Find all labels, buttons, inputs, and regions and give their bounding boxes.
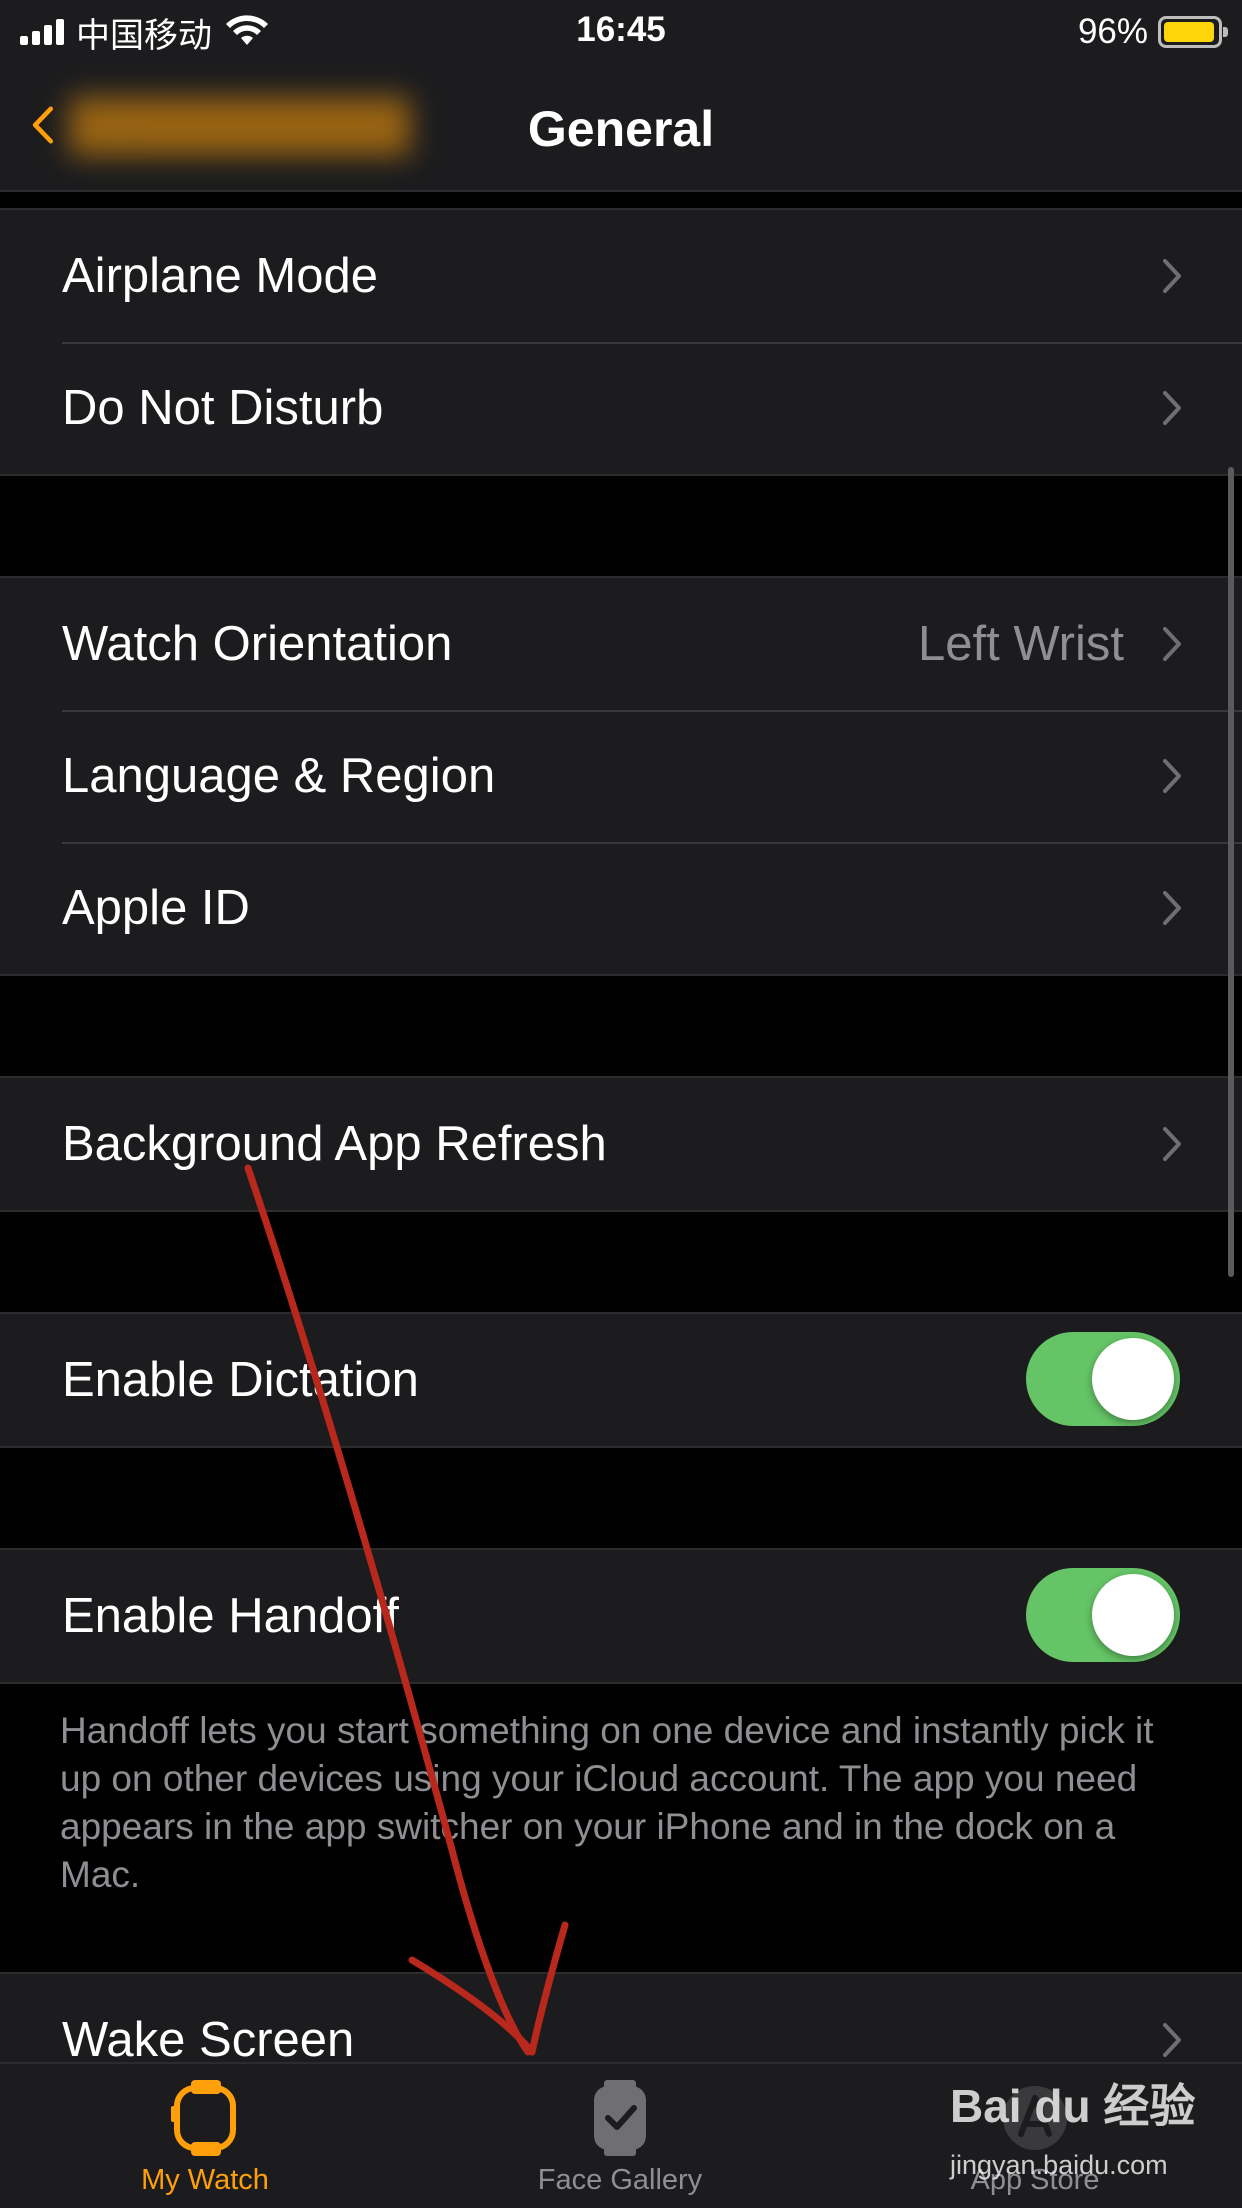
- watermark-url: jingyan.baidu.com: [950, 2150, 1168, 2180]
- row-label: Enable Handoff: [62, 1589, 399, 1643]
- status-time: 16:45: [576, 10, 666, 49]
- chevron-right-icon: [1163, 627, 1181, 661]
- watermark-brand: Bai du 经验: [950, 2080, 1196, 2132]
- toggle-knob: [1092, 1574, 1174, 1656]
- settings-list[interactable]: Airplane Mode Do Not Disturb Watch Orien…: [0, 192, 1242, 2062]
- settings-group-device: Watch Orientation Left Wrist Language & …: [0, 576, 1242, 976]
- watch-face-gallery-icon: [594, 2080, 646, 2156]
- handoff-toggle[interactable]: [1026, 1568, 1180, 1662]
- row-enable-dictation: Enable Dictation: [0, 1314, 1242, 1446]
- row-value: Left Wrist: [917, 617, 1124, 671]
- battery-icon: [1158, 16, 1228, 48]
- settings-group-connectivity: Airplane Mode Do Not Disturb: [0, 208, 1242, 476]
- row-watch-orientation[interactable]: Watch Orientation Left Wrist: [0, 578, 1242, 710]
- row-wake-screen[interactable]: Wake Screen: [0, 1974, 1242, 2062]
- row-label: Apple ID: [62, 881, 250, 935]
- row-background-app-refresh[interactable]: Background App Refresh: [0, 1078, 1242, 1210]
- tab-label: My Watch: [141, 2164, 269, 2196]
- row-label: Enable Dictation: [62, 1353, 419, 1407]
- settings-group-handoff: Enable Handoff: [0, 1548, 1242, 1684]
- row-do-not-disturb[interactable]: Do Not Disturb: [0, 342, 1242, 474]
- chevron-right-icon: [1163, 259, 1181, 293]
- row-label: Do Not Disturb: [62, 381, 384, 435]
- row-label: Language & Region: [62, 749, 496, 803]
- chevron-right-icon: [1163, 759, 1181, 793]
- tab-my-watch[interactable]: My Watch: [55, 2064, 355, 2208]
- row-label: Wake Screen: [62, 2013, 355, 2062]
- navigation-bar: ██████████ General: [0, 62, 1242, 192]
- row-enable-handoff: Enable Handoff: [0, 1550, 1242, 1682]
- page-title: General: [527, 101, 715, 157]
- dictation-toggle[interactable]: [1026, 1332, 1180, 1426]
- chevron-right-icon: [1163, 1127, 1181, 1161]
- settings-group-wake-screen: Wake Screen: [0, 1972, 1242, 2062]
- toggle-knob: [1092, 1338, 1174, 1420]
- row-apple-id[interactable]: Apple ID: [0, 842, 1242, 974]
- row-label: Airplane Mode: [62, 249, 378, 303]
- scroll-indicator[interactable]: [1228, 467, 1234, 1277]
- watch-icon: [171, 2080, 236, 2156]
- row-label: Watch Orientation: [62, 617, 453, 671]
- chevron-right-icon: [1163, 891, 1181, 925]
- row-language-region[interactable]: Language & Region: [0, 710, 1242, 842]
- baidu-watermark: Bai du 经验 jingyan.baidu.com: [950, 2070, 1240, 2200]
- handoff-footnote: Handoff lets you start something on one …: [60, 1710, 1154, 1895]
- battery-percent: 96%: [1077, 12, 1148, 51]
- row-label: Background App Refresh: [62, 1117, 607, 1171]
- battery-level-fill: [1164, 22, 1214, 42]
- chevron-right-icon: [1163, 391, 1181, 425]
- row-airplane-mode[interactable]: Airplane Mode: [0, 210, 1242, 342]
- tab-face-gallery[interactable]: Face Gallery: [470, 2064, 770, 2208]
- chevron-right-icon: [1163, 2023, 1181, 2057]
- settings-group-background-refresh: Background App Refresh: [0, 1076, 1242, 1212]
- tab-label: Face Gallery: [537, 2164, 703, 2196]
- settings-group-dictation: Enable Dictation: [0, 1312, 1242, 1448]
- status-bar: 中国移动 16:45 96%: [0, 0, 1242, 62]
